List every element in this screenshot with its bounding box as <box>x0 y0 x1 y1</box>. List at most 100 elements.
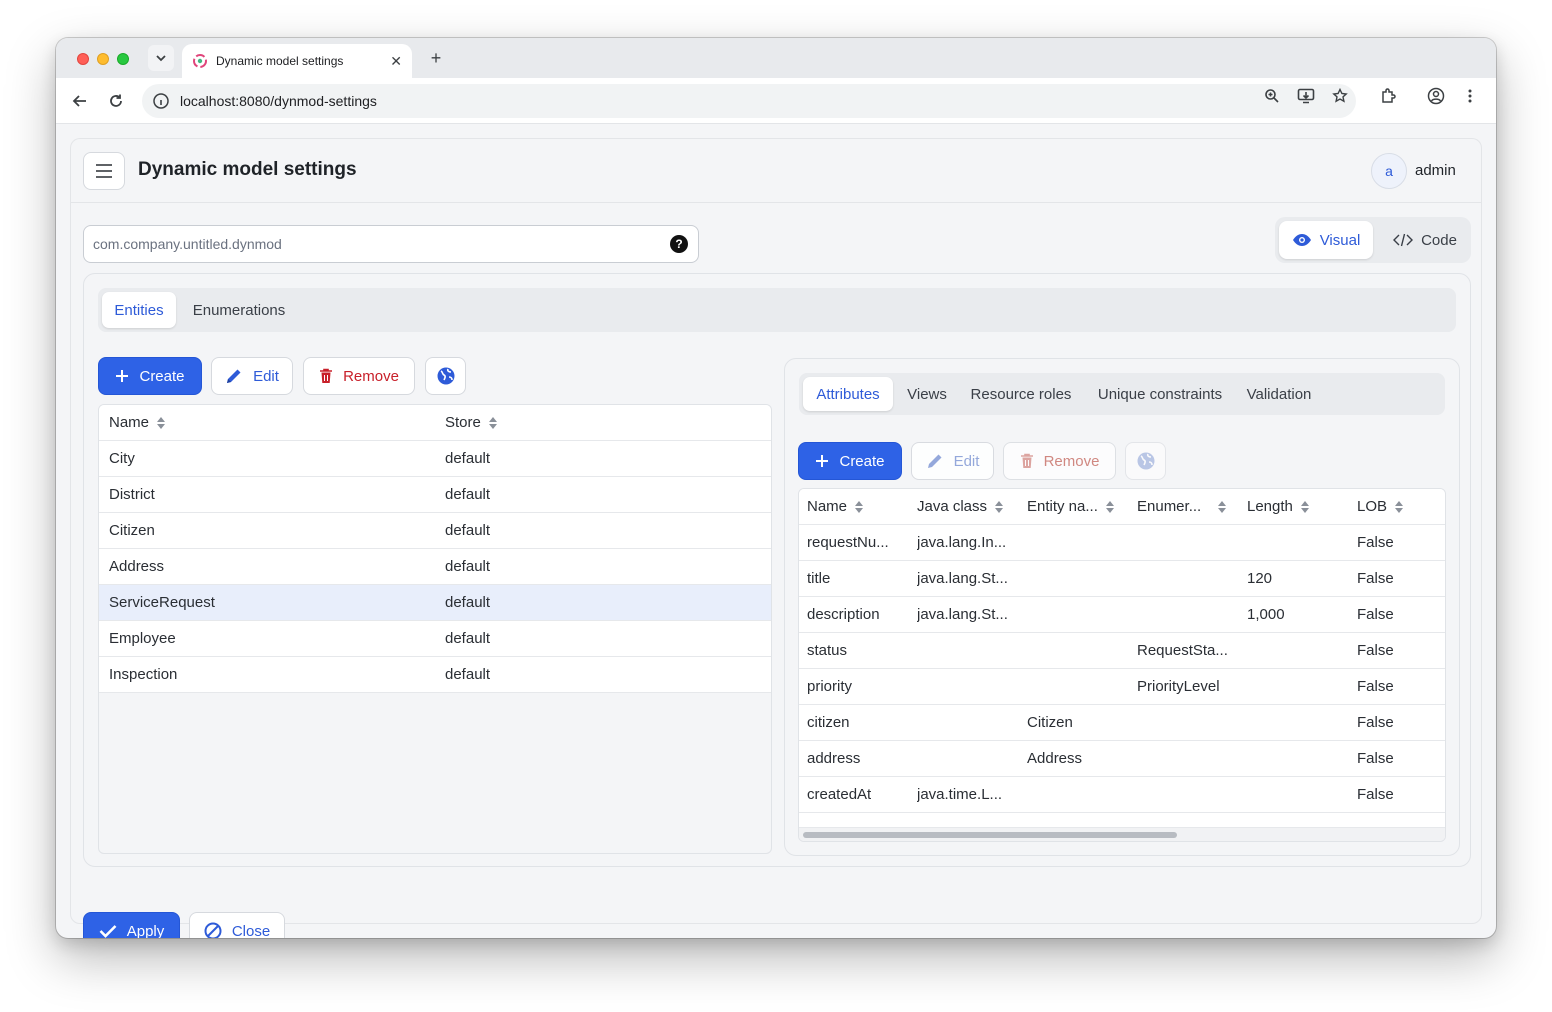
attr-java-class: java.lang.St... <box>917 570 1008 587</box>
tab-search-button[interactable] <box>148 45 174 71</box>
visual-mode-button[interactable]: Visual <box>1279 221 1373 259</box>
table-row[interactable]: title java.lang.St... 120 False <box>799 561 1445 597</box>
menu-button[interactable] <box>83 152 125 190</box>
table-row[interactable]: requestNu... java.lang.In... False <box>799 525 1445 561</box>
avatar[interactable]: a <box>1371 153 1407 189</box>
remove-entity-button[interactable]: Remove <box>303 357 415 395</box>
entity-name: Inspection <box>109 666 178 683</box>
column-header-enumeration[interactable]: Enumer... <box>1137 498 1227 515</box>
close-window-button[interactable] <box>77 53 89 65</box>
page-title: Dynamic model settings <box>138 159 357 180</box>
attr-name: address <box>807 750 861 767</box>
remove-attribute-button[interactable]: Remove <box>1003 442 1116 480</box>
column-header-length[interactable]: Length <box>1247 498 1310 515</box>
table-row[interactable]: Inspection default <box>99 657 771 693</box>
column-header-lob[interactable]: LOB <box>1357 498 1404 515</box>
entity-store: default <box>445 558 491 575</box>
column-label: Entity na... <box>1027 498 1098 515</box>
table-row[interactable]: District default <box>99 477 771 513</box>
table-row[interactable]: Employee default <box>99 621 771 657</box>
column-header-name[interactable]: Name <box>807 498 864 515</box>
entity-store: default <box>445 666 491 683</box>
table-row[interactable]: citizen Citizen False <box>799 705 1445 741</box>
column-header-name[interactable]: Name <box>109 414 166 431</box>
attr-name: description <box>807 606 880 623</box>
attributes-table-header: Name Java class Entity na... Enumer... L… <box>799 489 1445 525</box>
browser-tab[interactable]: Dynamic model settings ✕ <box>182 44 412 78</box>
table-row[interactable]: Citizen default <box>99 513 771 549</box>
back-button[interactable] <box>68 89 92 113</box>
bookmark-star-icon[interactable] <box>1330 86 1350 106</box>
table-row[interactable]: address Address False <box>799 741 1445 777</box>
app-favicon-icon <box>193 54 207 68</box>
entity-name: ServiceRequest <box>109 594 215 611</box>
edit-attribute-button[interactable]: Edit <box>911 442 994 480</box>
attr-enum: PriorityLevel <box>1137 678 1220 695</box>
zoom-icon[interactable] <box>1262 86 1282 106</box>
username[interactable]: admin <box>1415 162 1456 179</box>
table-row[interactable]: createdAt java.time.L... False <box>799 777 1445 813</box>
attr-length: 1,000 <box>1247 606 1285 623</box>
attr-java-class: java.lang.St... <box>917 606 1008 623</box>
minimize-window-button[interactable] <box>97 53 109 65</box>
site-info-icon[interactable] <box>152 92 170 110</box>
localization-button[interactable] <box>425 357 466 395</box>
table-row-selected[interactable]: ServiceRequest default <box>99 585 771 621</box>
entity-store: default <box>445 450 491 467</box>
column-store-label: Store <box>445 414 481 431</box>
tab-validation[interactable]: Validation <box>1239 377 1319 411</box>
tab-enumerations[interactable]: Enumerations <box>182 292 296 328</box>
tab-views[interactable]: Views <box>899 377 955 411</box>
tab-close-icon[interactable]: ✕ <box>390 53 402 70</box>
attr-lob: False <box>1357 570 1394 587</box>
table-row[interactable]: City default <box>99 441 771 477</box>
sort-icon <box>855 501 864 514</box>
tab-unique-constraints[interactable]: Unique constraints <box>1087 377 1233 411</box>
entity-store: default <box>445 594 491 611</box>
main-panel: Entities Enumerations Create Edit Remove <box>83 273 1471 867</box>
table-row[interactable]: Address default <box>99 549 771 585</box>
attribute-localization-button[interactable] <box>1125 442 1166 480</box>
column-header-java-class[interactable]: Java class <box>917 498 1004 515</box>
entity-store: default <box>445 486 491 503</box>
entity-name: City <box>109 450 135 467</box>
attr-enum: RequestSta... <box>1137 642 1228 659</box>
create-label: Create <box>139 367 185 385</box>
help-icon[interactable]: ? <box>670 235 688 253</box>
column-label: Length <box>1247 498 1293 515</box>
close-button[interactable]: Close <box>189 912 285 938</box>
maximize-window-button[interactable] <box>117 53 129 65</box>
entity-name: Address <box>109 558 165 575</box>
tab-resource-roles[interactable]: Resource roles <box>961 377 1081 411</box>
model-name-field[interactable]: com.company.untitled.dynmod ? <box>83 225 699 263</box>
create-entity-button[interactable]: Create <box>98 357 202 395</box>
scrollbar-thumb[interactable] <box>803 832 1177 838</box>
code-mode-button[interactable]: Code <box>1383 221 1467 259</box>
column-label: Java class <box>917 498 988 515</box>
install-app-icon[interactable] <box>1296 86 1316 106</box>
app-body: com.company.untitled.dynmod ? Visual Cod… <box>70 202 1482 938</box>
table-row[interactable]: priority PriorityLevel False <box>799 669 1445 705</box>
more-menu-icon[interactable] <box>1460 86 1480 106</box>
reload-button[interactable] <box>104 89 128 113</box>
address-bar[interactable]: localhost:8080/dynmod-settings <box>142 84 1356 118</box>
new-tab-button[interactable]: + <box>424 46 448 70</box>
apply-button[interactable]: Apply <box>83 912 180 938</box>
horizontal-scrollbar[interactable] <box>799 827 1445 841</box>
tab-attributes[interactable]: Attributes <box>803 377 893 411</box>
table-row[interactable]: status RequestSta... False <box>799 633 1445 669</box>
remove-label: Remove <box>343 367 399 385</box>
tab-entities[interactable]: Entities <box>102 292 176 328</box>
table-row[interactable]: description java.lang.St... 1,000 False <box>799 597 1445 633</box>
column-header-entity-name[interactable]: Entity na... <box>1027 498 1115 515</box>
edit-entity-button[interactable]: Edit <box>211 357 293 395</box>
toolbar-icons <box>1262 86 1480 106</box>
sort-icon <box>157 417 166 430</box>
column-header-store[interactable]: Store <box>445 414 498 431</box>
create-attribute-button[interactable]: Create <box>798 442 902 480</box>
close-label: Close <box>231 922 271 939</box>
attr-entity: Citizen <box>1027 714 1073 731</box>
profile-icon[interactable] <box>1426 86 1446 106</box>
extensions-icon[interactable] <box>1378 86 1398 106</box>
attr-name: title <box>807 570 831 587</box>
